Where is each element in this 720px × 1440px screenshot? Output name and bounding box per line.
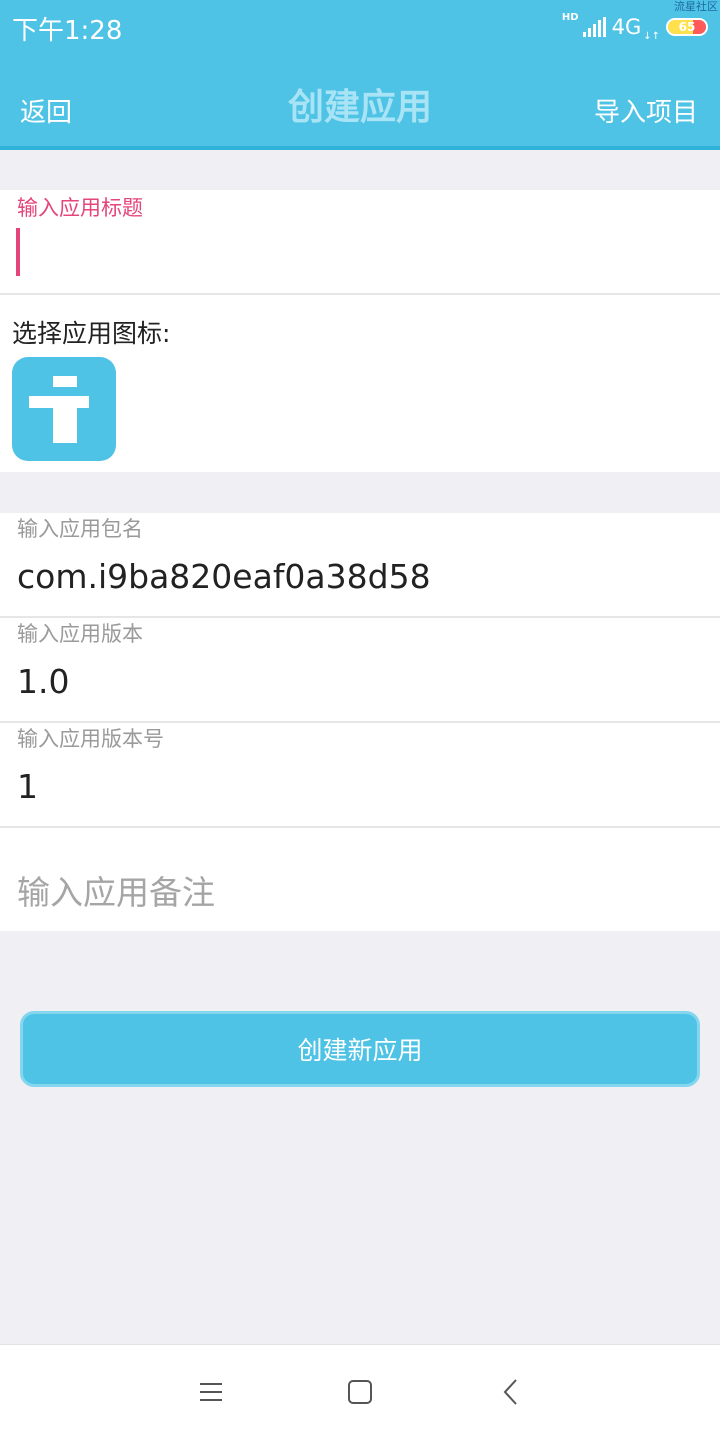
battery-level: 65 (678, 20, 696, 34)
divider (0, 293, 720, 295)
home-square-icon[interactable] (345, 1377, 375, 1407)
icon-picker-label: 选择应用图标: (12, 319, 171, 348)
status-time: 下午1:28 (12, 16, 123, 46)
title-field[interactable]: 输入应用标题 (0, 190, 720, 294)
title-field-label: 输入应用标题 (17, 196, 143, 220)
battery-icon: 65 (666, 18, 708, 36)
back-chevron-icon[interactable] (497, 1377, 527, 1407)
notes-field[interactable]: 输入应用备注 (0, 828, 720, 931)
app-icon-picker[interactable] (12, 357, 116, 461)
package-input[interactable]: com.i9ba820eaf0a38d58 (17, 557, 431, 596)
status-indicators: HD 4G ↓↑ 65 (562, 12, 708, 42)
package-field-label: 输入应用包名 (17, 517, 143, 541)
network-activity-icon: ↓↑ (643, 31, 660, 42)
version-code-field[interactable]: 输入应用版本号 1 (0, 723, 720, 827)
notes-input[interactable]: 输入应用备注 (17, 866, 215, 914)
signal-icon (582, 17, 606, 37)
version-input[interactable]: 1.0 (17, 662, 69, 701)
hd-badge: HD (561, 12, 579, 23)
menu-icon[interactable] (196, 1377, 226, 1407)
import-project-button[interactable]: 导入项目 (594, 92, 698, 129)
basic-info-card: 输入应用标题 选择应用图标: (0, 190, 720, 472)
version-field-label: 输入应用版本 (17, 622, 143, 646)
version-code-field-label: 输入应用版本号 (17, 727, 164, 751)
version-code-input[interactable]: 1 (17, 767, 38, 806)
info-icon-stem (53, 396, 77, 443)
details-card: 输入应用包名 com.i9ba820eaf0a38d58 输入应用版本 1.0 … (0, 513, 720, 931)
info-icon-dot (53, 376, 77, 387)
system-nav-bar (0, 1344, 720, 1440)
package-field[interactable]: 输入应用包名 com.i9ba820eaf0a38d58 (0, 513, 720, 617)
create-app-button[interactable]: 创建新应用 (20, 1011, 700, 1087)
network-type: 4G (611, 15, 642, 39)
app-header: 流星社区 下午1:28 HD 4G ↓↑ 65 返回 创建应用 导入项目 (0, 0, 720, 150)
version-field[interactable]: 输入应用版本 1.0 (0, 618, 720, 722)
back-button[interactable]: 返回 (20, 92, 72, 129)
text-cursor (16, 228, 20, 276)
